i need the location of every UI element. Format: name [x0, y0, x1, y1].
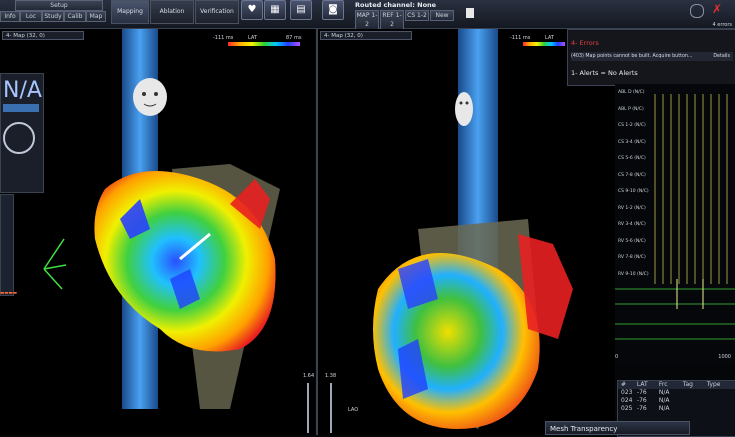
cell-id: 025 — [621, 405, 633, 412]
routed-channel-label: Routed channel: None — [355, 1, 437, 9]
col-header-lat: LAT — [636, 381, 648, 388]
mesh-transparency-panel[interactable]: Mesh Transparency — [545, 421, 690, 435]
table-row[interactable]: 024 -76 N/A — [618, 397, 735, 405]
table-row[interactable]: 025 -76 N/A — [618, 405, 735, 413]
na-readout: N/A — [3, 78, 42, 103]
cell-frc: N/A — [658, 389, 670, 396]
setup-button[interactable]: Setup — [15, 0, 103, 11]
right-slider-value: 1.38 — [325, 373, 337, 379]
left-map-selector[interactable]: 4- Map (32, 0) — [2, 31, 84, 40]
lao-label: LAO — [348, 407, 359, 413]
cell-lat: -76 — [636, 405, 647, 412]
new-button[interactable]: New — [430, 10, 454, 21]
cell-frc: N/A — [658, 397, 670, 404]
errors-panel: 4 errors 4- Errors (403) Map points cann… — [567, 22, 735, 86]
error-count: 4 errors — [712, 22, 732, 28]
ecg-traces-panel[interactable]: ABL D (N/C) ABL P (N/C) CS 1-2 (N/C) CS 3-4… — [615, 84, 735, 364]
ribbon-icon: ✗ — [712, 2, 723, 16]
tab-ablation[interactable]: Ablation — [150, 0, 194, 24]
ref12-button[interactable]: REF 1-2 — [380, 10, 404, 30]
cs12-button[interactable]: CS 1-2 — [405, 10, 429, 21]
heart-icon[interactable]: ♥ — [241, 0, 263, 20]
error-message[interactable]: (403) Map points cannot be built. Acquir… — [571, 52, 733, 61]
cell-lat: -76 — [636, 389, 647, 396]
tab-mapping[interactable]: Mapping — [111, 0, 149, 24]
orientation-axes-icon — [43, 238, 67, 290]
left-map-panel[interactable]: 4- Map (32, 0) -111 ms LAT 87 ms N/A ▬▬▬… — [0, 29, 315, 435]
study-button[interactable]: Study — [42, 11, 64, 22]
axis-label: ▬▬▬▬ — [0, 291, 18, 296]
left-3d-map[interactable] — [80, 29, 315, 435]
map-button[interactable]: Map — [86, 11, 106, 22]
calib-button[interactable]: Calib — [64, 11, 86, 22]
alerts-text: 1- Alerts = No Alerts — [571, 69, 638, 77]
map-view-icon[interactable]: ▦ — [264, 0, 286, 20]
ecg-time-start: 0 — [615, 354, 619, 360]
cell-lat: -76 — [636, 397, 647, 404]
info-button[interactable]: Info — [0, 11, 20, 22]
table-row[interactable]: 023 -76 N/A — [618, 389, 735, 397]
left-side-toolbar[interactable] — [0, 194, 14, 296]
right-catheter-face-icon — [455, 92, 473, 126]
col-header-type: Type — [706, 381, 721, 388]
cell-id: 024 — [621, 397, 633, 404]
top-toolbar: Setup Info Loc Study Calib Map Mapping A… — [0, 0, 735, 30]
col-header-tag: Tag — [682, 381, 693, 388]
details-link[interactable]: Details — [713, 52, 730, 61]
lat-table-header: # LAT Frc Tag Type — [618, 381, 735, 389]
settings-icon[interactable] — [690, 4, 704, 18]
right-map-panel[interactable]: 4- Map (32, 0) -111 ms LAT 1.38 LAO — [318, 29, 615, 435]
layers-icon[interactable]: ▤ — [290, 0, 312, 20]
right-slider[interactable] — [330, 383, 332, 433]
catheter-face-icon — [133, 78, 167, 116]
tool-buttons-row[interactable] — [3, 104, 39, 112]
camera-icon[interactable]: ◙ — [322, 0, 344, 20]
tab-verification[interactable]: Verification — [195, 0, 239, 24]
left-slider-value: 1.64 — [303, 373, 315, 379]
error-message-text: (403) Map points cannot be built. Acquir… — [571, 54, 693, 59]
ecg-time-end: 1000 — [718, 354, 731, 360]
window-icon[interactable] — [466, 8, 474, 18]
errors-title: 4- Errors — [571, 39, 599, 47]
loc-button[interactable]: Loc — [20, 11, 42, 22]
orientation-dial[interactable] — [3, 122, 35, 154]
map12-button[interactable]: MAP 1-2 — [355, 10, 379, 30]
left-slider[interactable] — [307, 383, 309, 433]
cell-id: 023 — [621, 389, 633, 396]
right-3d-map[interactable] — [358, 29, 615, 435]
col-header-id: # — [621, 381, 627, 388]
left-tool-panel: N/A — [0, 73, 44, 193]
ecg-traces — [615, 94, 735, 340]
col-header-frc: Frc — [658, 381, 668, 388]
cell-frc: N/A — [658, 405, 670, 412]
